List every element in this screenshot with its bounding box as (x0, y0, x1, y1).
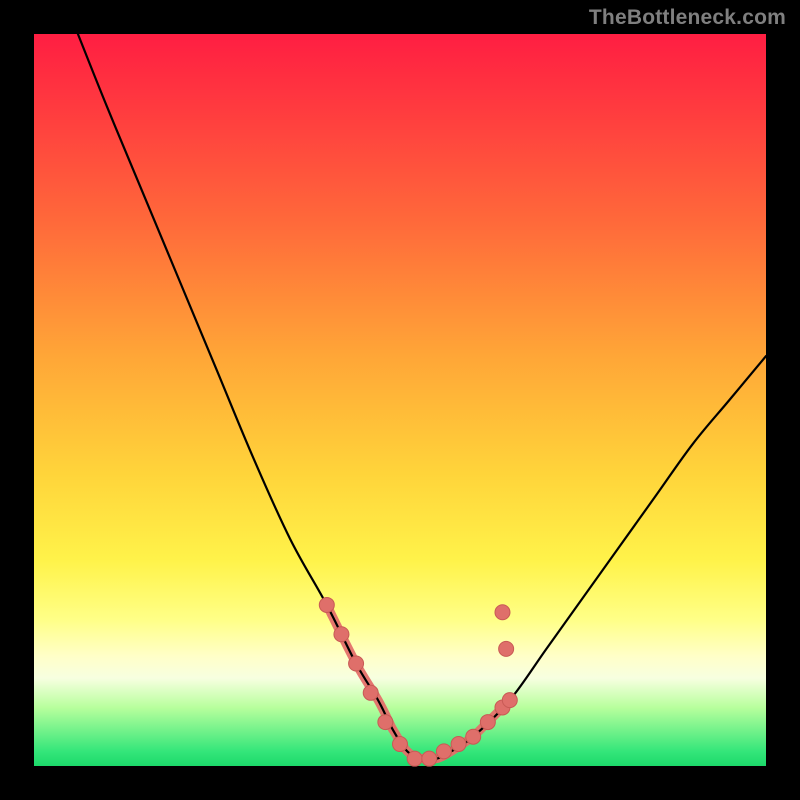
accent-dot (436, 744, 451, 759)
accent-dot (334, 627, 349, 642)
accent-dot (407, 751, 422, 766)
accent-dot (349, 656, 364, 671)
chart-stage: TheBottleneck.com (0, 0, 800, 800)
accent-dot (495, 605, 510, 620)
chart-svg (34, 34, 766, 766)
plot-area (34, 34, 766, 766)
accent-dots (319, 597, 517, 766)
accent-dot (378, 715, 393, 730)
accent-dot (480, 715, 495, 730)
accent-dot (422, 751, 437, 766)
accent-dot (319, 597, 334, 612)
accent-dot (502, 693, 517, 708)
accent-dot (363, 685, 378, 700)
accent-dot (393, 737, 408, 752)
accent-dot (499, 641, 514, 656)
watermark-text: TheBottleneck.com (589, 6, 786, 30)
bottleneck-curve (78, 34, 766, 760)
accent-dot (451, 737, 466, 752)
accent-dot (466, 729, 481, 744)
